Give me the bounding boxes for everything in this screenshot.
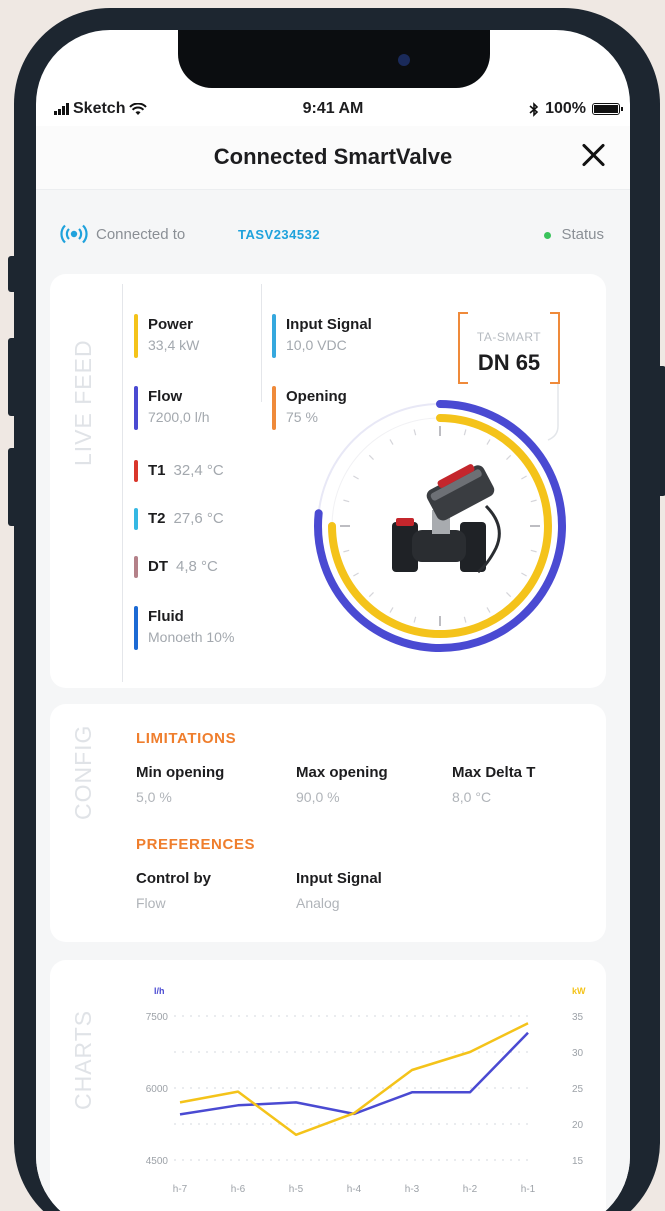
metric-bar — [134, 508, 138, 530]
config-max-opening[interactable]: Max opening 90,0 % — [296, 764, 388, 805]
valve-model-badge: TA-SMART DN 65 — [458, 312, 560, 384]
metric-label: Fluid — [148, 608, 184, 625]
status-label: Status — [561, 226, 604, 243]
page-title: Connected SmartValve — [213, 144, 453, 169]
config-input-signal[interactable]: Input Signal Analog — [296, 870, 382, 911]
metric-value: 27,6 °C — [173, 510, 224, 527]
device-id-link[interactable]: TASV234532 — [238, 227, 320, 242]
phone-screen: Sketch 9:41 AM 100% Connected SmartValve — [36, 30, 630, 1211]
config-label: Input Signal — [296, 870, 382, 887]
limitations-title: LIMITATIONS — [136, 730, 237, 747]
metric-label: T2 — [148, 510, 166, 527]
config-value: Flow — [136, 895, 166, 911]
config-value: Analog — [296, 895, 340, 911]
x-tick-label: h-6 — [231, 1184, 246, 1195]
config-label: Max Delta T — [452, 764, 536, 781]
x-tick-label: h-7 — [173, 1184, 188, 1195]
metric-bar — [134, 314, 138, 358]
battery-icon — [592, 103, 623, 115]
config-label: Min opening — [136, 764, 225, 781]
metric-label: Input Signal — [286, 316, 372, 333]
y-left-tick-label: 7500 — [146, 1012, 169, 1023]
y-right-tick-label: 30 — [572, 1048, 584, 1059]
connection-row: Connected to TASV234532 Status — [58, 222, 604, 248]
x-tick-label: h-1 — [521, 1184, 536, 1195]
metric-bar — [134, 556, 138, 578]
series-line-0 — [179, 1031, 529, 1116]
metric-bar — [134, 606, 138, 650]
battery-percent: 100% — [545, 100, 586, 117]
live-feed-divider-2 — [261, 284, 262, 402]
phone-silent-switch — [8, 256, 18, 292]
y-left-tick-label: 4500 — [146, 1156, 169, 1167]
phone-volume-down — [8, 448, 18, 526]
status-dot-icon — [544, 231, 552, 239]
status-indicator[interactable]: Status — [544, 226, 604, 243]
config-value: 5,0 % — [136, 789, 172, 805]
metric-value: 10,0 VDC — [286, 337, 347, 353]
header: Connected SmartValve — [36, 126, 630, 190]
metric-bar — [134, 386, 138, 430]
metric-value: Monoeth 10% — [148, 629, 235, 645]
series-line-1 — [179, 1022, 529, 1137]
y-right-tick-label: 25 — [572, 1084, 584, 1095]
phone-volume-up — [8, 338, 18, 416]
camera-icon — [398, 54, 410, 66]
charts-card: CHARTS 35 30 25 20 15 7500 6000 4500 l/h kW h-7 h-6… — [50, 960, 606, 1211]
metric-value: 33,4 kW — [148, 337, 200, 353]
phone-power-button — [656, 366, 665, 496]
config-value: 90,0 % — [296, 789, 340, 805]
x-tick-label: h-3 — [405, 1184, 420, 1195]
y-right-tick-label: 35 — [572, 1012, 584, 1023]
y-left-axis-label: l/h — [154, 986, 165, 996]
preferences-title: PREFERENCES — [136, 836, 256, 853]
live-feed-card: LIVE FEED Power 33,4 kW Flow 7200,0 l/h … — [50, 274, 606, 688]
config-control-by[interactable]: Control by Flow — [136, 870, 211, 911]
broadcast-icon — [60, 224, 88, 244]
valve-gauge — [314, 400, 566, 652]
x-tick-label: h-4 — [347, 1184, 362, 1195]
y-left-tick-label: 6000 — [146, 1084, 169, 1095]
metric-value: 7200,0 l/h — [148, 409, 210, 425]
config-label: Control by — [136, 870, 211, 887]
metric-bar — [272, 314, 276, 358]
metric-bar — [134, 460, 138, 482]
metric-value: 4,8 °C — [176, 558, 218, 575]
metric-bar — [272, 386, 276, 430]
history-chart: 35 30 25 20 15 7500 6000 4500 l/h kW h-7 h-6 h-5 h-4 h… — [146, 986, 586, 1195]
main-content: Connected to TASV234532 Status LIVE FEED… — [36, 190, 630, 1211]
config-label: Max opening — [296, 764, 388, 781]
y-right-axis-label: kW — [572, 986, 586, 996]
y-right-tick-label: 20 — [572, 1120, 584, 1131]
config-max-delta-t[interactable]: Max Delta T 8,0 °C — [452, 764, 535, 805]
y-right-tick-label: 15 — [572, 1156, 584, 1167]
metric-value: 32,4 °C — [173, 462, 224, 479]
status-bar: Sketch 9:41 AM 100% — [36, 96, 630, 126]
config-min-opening[interactable]: Min opening 5,0 % — [136, 764, 224, 805]
metric-label: T1 — [148, 462, 166, 479]
close-icon[interactable] — [578, 140, 608, 170]
valve-type-label: TA-SMART — [476, 330, 542, 344]
live-feed-divider — [122, 284, 123, 682]
metric-label: DT — [148, 558, 168, 575]
x-tick-label: h-5 — [289, 1184, 304, 1195]
config-section-label: CONFIG — [70, 724, 96, 820]
config-card: CONFIG LIMITATIONS Min opening 5,0 % Max… — [50, 704, 606, 942]
metric-label: Power — [148, 316, 194, 333]
connection-label: Connected to — [96, 226, 186, 243]
bluetooth-icon — [529, 101, 539, 117]
metric-label: Flow — [148, 388, 183, 405]
x-tick-label: h-2 — [463, 1184, 478, 1195]
config-value: 8,0 °C — [452, 789, 492, 805]
live-feed-section-label: LIVE FEED — [70, 339, 96, 466]
valve-size-label: DN 65 — [477, 350, 541, 375]
notch — [178, 30, 490, 88]
